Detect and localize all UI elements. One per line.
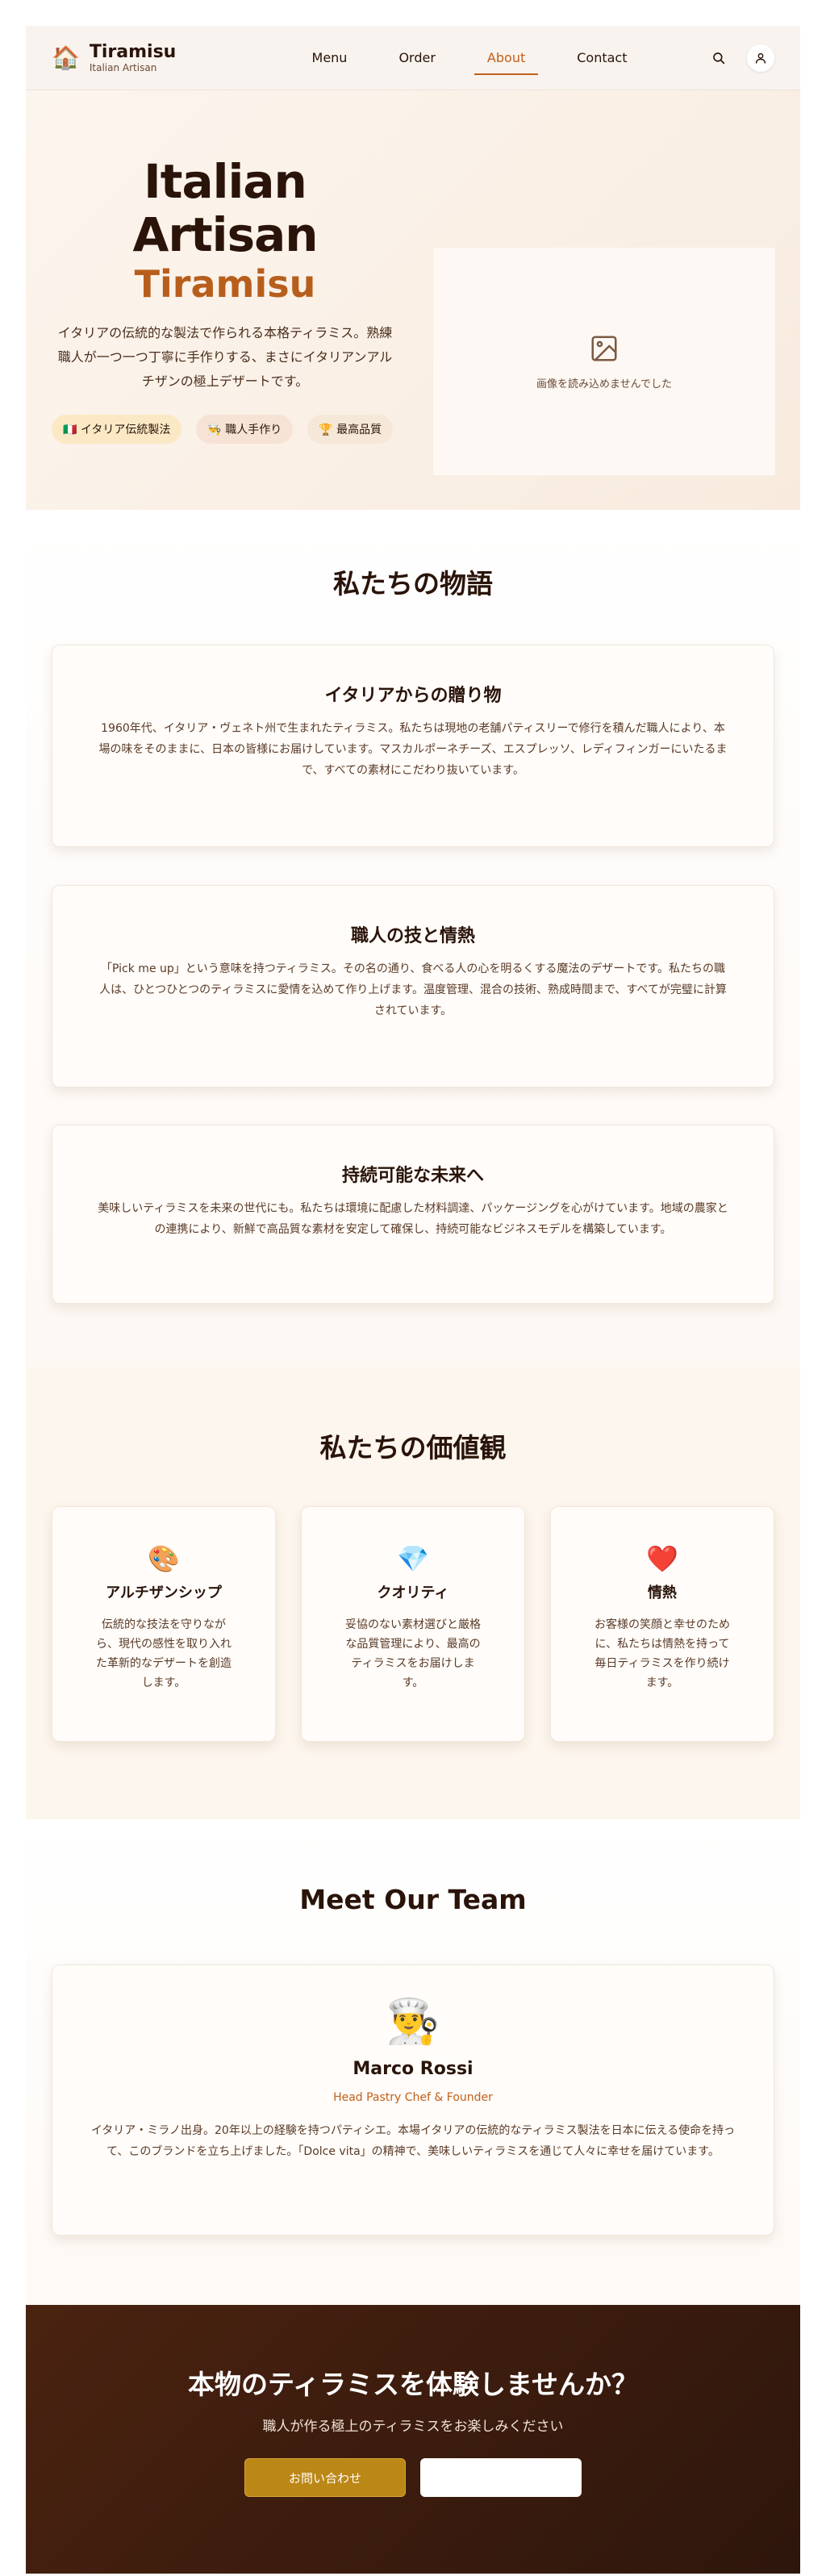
team-member-role: Head Pastry Chef & Founder bbox=[333, 2091, 493, 2104]
badge-label: 最高品質 bbox=[336, 424, 382, 436]
page: 🏠 Tiramisu Italian Artisan Menu Order Ab… bbox=[0, 0, 826, 2576]
story-section: 私たちの物語 イタリアからの贈り物 1960年代、イタリア・ヴェネト州で生まれた… bbox=[26, 510, 800, 1367]
story-title: 私たちの物語 bbox=[333, 568, 493, 599]
story-card-title: イタリアからの贈り物 bbox=[324, 686, 502, 706]
value-text: 伝統的な技法を守りながら、現代の感性を取り入れた革新的なデザートを創造します。 bbox=[96, 1618, 232, 1689]
value-card: 🎨 アルチザンシップ 伝統的な技法を守りながら、現代の感性を取り入れた革新的なデ… bbox=[52, 1506, 276, 1742]
gem-icon: 💎 bbox=[397, 1543, 429, 1574]
heart-icon: ❤️ bbox=[646, 1543, 678, 1574]
image-error-text: 画像を読み込めませんでした bbox=[536, 378, 672, 390]
story-card-title: 持続可能な未来へ bbox=[341, 1166, 484, 1186]
team-section: Meet Our Team 👨‍🍳 Marco Rossi Head Pastr… bbox=[26, 1819, 800, 2305]
value-card: 💎 クオリティ 妥協のない素材選びと厳格な品質管理により、最高のティラミスをお届… bbox=[301, 1506, 525, 1742]
cta-section: 本物のティラミスを体験しませんか？ 職人が作る極上のティラミスをお楽しみください… bbox=[26, 2305, 800, 2574]
brand-subtitle: Italian Artisan bbox=[89, 61, 157, 73]
hero-content: Italian Artisan Tiramisu イタリアの伝統的な製法で作られ… bbox=[52, 155, 398, 444]
user-icon bbox=[755, 52, 766, 64]
badge-italian-tradition: 🇮🇹 イタリア伝統製法 bbox=[52, 415, 182, 444]
badge-label: 職人手作り bbox=[225, 424, 282, 436]
header-actions bbox=[678, 44, 774, 72]
home-icon: 🏠 bbox=[52, 44, 80, 71]
contact-button[interactable]: お問い合わせ bbox=[244, 2458, 406, 2497]
chef-avatar-icon: 👨‍🍳 bbox=[386, 1996, 440, 2047]
team-member-card: 👨‍🍳 Marco Rossi Head Pastry Chef & Found… bbox=[52, 1964, 774, 2236]
broken-image-icon bbox=[591, 335, 617, 361]
cta-buttons: お問い合わせ メニューを見る bbox=[26, 2458, 800, 2497]
value-card: ❤️ 情熱 お客様の笑顔と幸せのために、私たちは情熱を持って毎日ティラミスを作り… bbox=[550, 1506, 774, 1742]
hero-subtitle: Tiramisu bbox=[134, 262, 316, 306]
team-member-name: Marco Rossi bbox=[353, 2059, 473, 2079]
chef-icon: 👨‍🍳 bbox=[207, 424, 222, 436]
palette-icon: 🎨 bbox=[148, 1543, 180, 1574]
nav-contact[interactable]: Contact bbox=[551, 41, 653, 75]
badge-label: イタリア伝統製法 bbox=[80, 424, 171, 436]
site-frame: 🏠 Tiramisu Italian Artisan Menu Order Ab… bbox=[26, 26, 800, 2574]
team-member-bio: イタリア・ミラノ出身。20年以上の経験を持つパティシエ。本場イタリアの伝統的なテ… bbox=[90, 2124, 736, 2158]
value-text: お客様の笑顔と幸せのために、私たちは情熱を持って毎日ティラミスを作り続けます。 bbox=[594, 1618, 730, 1689]
story-card: 職人の技と情熱 「Pick me up」という意味を持つティラミス。その名の通り… bbox=[52, 885, 774, 1088]
value-title: 情熱 bbox=[648, 1584, 677, 1601]
value-title: クオリティ bbox=[377, 1584, 449, 1601]
story-card: イタリアからの贈り物 1960年代、イタリア・ヴェネト州で生まれたティラミス。私… bbox=[52, 645, 774, 847]
value-title: アルチザンシップ bbox=[106, 1584, 222, 1601]
story-card-title: 職人の技と情熱 bbox=[350, 926, 475, 946]
hero-section: Italian Artisan Tiramisu イタリアの伝統的な製法で作られ… bbox=[26, 90, 800, 510]
view-menu-button[interactable]: メニューを見る bbox=[420, 2458, 582, 2497]
hero-title: Italian Artisan bbox=[132, 154, 318, 262]
cta-subtitle: 職人が作る極上のティラミスをお楽しみください bbox=[262, 2419, 564, 2435]
values-title: 私たちの価値観 bbox=[319, 1432, 507, 1463]
values-section: 私たちの価値観 🎨 アルチザンシップ 伝統的な技法を守りながら、現代の感性を取り… bbox=[26, 1367, 800, 1819]
main-nav: Menu Order About Contact bbox=[261, 41, 678, 75]
badge-handmade: 👨‍🍳 職人手作り bbox=[196, 415, 294, 444]
nav-about[interactable]: About bbox=[461, 41, 551, 75]
story-card-text: 「Pick me up」という意味を持つティラミス。その名の通り、食べる人の心を… bbox=[99, 962, 727, 1017]
story-card: 持続可能な未来へ 美味しいティラミスを未来の世代にも。私たちは環境に配慮した材料… bbox=[52, 1125, 774, 1304]
search-button[interactable] bbox=[705, 44, 732, 72]
story-card-text: 1960年代、イタリア・ヴェネト州で生まれたティラミス。私たちは現地の老舗パティ… bbox=[98, 722, 728, 777]
brand-title: Tiramisu bbox=[89, 41, 177, 62]
hero-badges: 🇮🇹 イタリア伝統製法 👨‍🍳 職人手作り 🏆 最高品質 bbox=[52, 415, 398, 444]
brand-text: Tiramisu Italian Artisan bbox=[89, 41, 177, 73]
nav-order[interactable]: Order bbox=[373, 41, 461, 75]
user-button[interactable] bbox=[747, 44, 774, 72]
hero-description: イタリアの伝統的な製法で作られる本格ティラミス。熟練職人が一つ一つ丁寧に手作りす… bbox=[57, 325, 393, 389]
italy-flag-icon: 🇮🇹 bbox=[63, 424, 77, 436]
brand[interactable]: 🏠 Tiramisu Italian Artisan bbox=[52, 41, 261, 73]
hero-image-placeholder: 画像を読み込めませんでした bbox=[433, 248, 775, 475]
nav-menu[interactable]: Menu bbox=[286, 41, 373, 75]
cta-title: 本物のティラミスを体験しませんか？ bbox=[187, 2369, 639, 2400]
story-card-text: 美味しいティラミスを未来の世代にも。私たちは環境に配慮した材料調達、パッケージン… bbox=[98, 1202, 728, 1236]
team-title: Meet Our Team bbox=[299, 1884, 527, 1915]
trophy-icon: 🏆 bbox=[319, 424, 333, 436]
value-text: 妥協のない素材選びと厳格な品質管理により、最高のティラミスをお届けします。 bbox=[345, 1618, 481, 1689]
badge-quality: 🏆 最高品質 bbox=[307, 415, 394, 444]
search-icon bbox=[713, 52, 725, 64]
site-header: 🏠 Tiramisu Italian Artisan Menu Order Ab… bbox=[26, 26, 800, 90]
